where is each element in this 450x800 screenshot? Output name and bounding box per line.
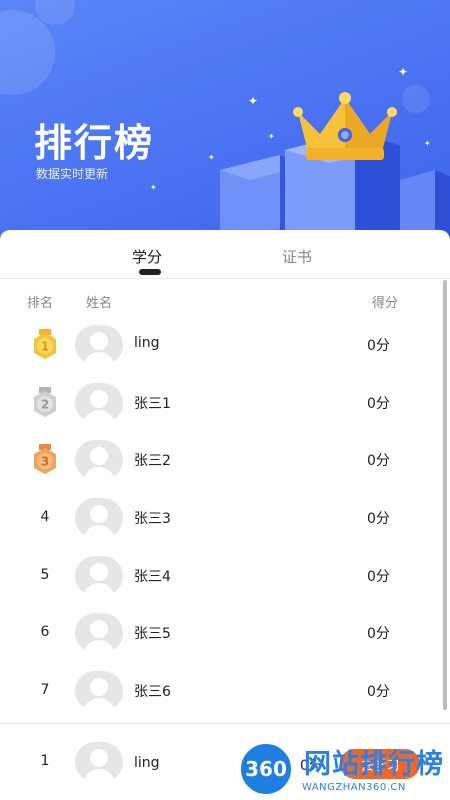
user-score: 0分 — [367, 684, 390, 701]
avatar — [75, 498, 123, 539]
my-rank-number: 1 — [40, 753, 50, 769]
avatar — [75, 555, 123, 596]
tab-certificates[interactable]: 证书 — [282, 246, 312, 267]
ranking-row[interactable]: 4 张三3 0分 — [0, 490, 450, 548]
avatar — [75, 325, 123, 365]
my-avatar — [75, 742, 123, 782]
rank-number: 4 — [40, 509, 50, 526]
user-score: 0分 — [367, 511, 390, 528]
bronze-medal-icon: 3 — [28, 442, 62, 476]
page-subtitle: 数据实时更新 — [36, 167, 109, 181]
scrollbar[interactable] — [443, 280, 447, 710]
column-header-name: 姓名 — [86, 296, 113, 311]
column-header-score: 得分 — [372, 296, 399, 311]
watermark: 360 网站排行榜 WANGZHAN360.CN — [238, 738, 448, 798]
rank-number: 7 — [40, 682, 50, 699]
ranking-row[interactable]: 6 张三5 0分 — [0, 605, 450, 663]
my-user-name: ling — [134, 755, 160, 771]
avatar — [75, 671, 123, 712]
user-name: ling — [134, 335, 160, 351]
avatar — [75, 382, 123, 423]
medal-rank-number: 1 — [41, 340, 49, 354]
user-score: 0分 — [367, 626, 390, 643]
sparkle-icon: ✦ — [150, 183, 157, 192]
crown-icon — [293, 92, 397, 160]
ranking-row[interactable]: 1 ling 0分 — [0, 317, 450, 375]
tab-credits[interactable]: 学分 — [132, 246, 162, 267]
header-banner: ✦ ✦ ✦ ✦ ✦ ✦ 排行榜 数据实时更新 — [0, 0, 450, 245]
user-name: 张三2 — [134, 453, 171, 470]
rank-number: 6 — [40, 624, 50, 641]
watermark-logo: 360 — [238, 741, 294, 797]
ranking-row[interactable]: 2 张三1 0分 — [0, 375, 450, 433]
tab-bar: 学分 证书 — [0, 230, 450, 279]
rank-number: 5 — [40, 566, 50, 583]
ranking-list: 1 ling 0分 2 张三1 0分 3 张三2 0分 4 张三3 0分 5 张… — [0, 317, 450, 721]
column-header-rank: 排名 — [27, 296, 54, 311]
avatar — [75, 613, 123, 654]
ranking-card: 学分 证书 排名 姓名 得分 1 ling 0分 2 张三1 0分 3 张三2 … — [0, 230, 450, 800]
watermark-url: WANGZHAN360.CN — [302, 782, 406, 793]
user-name: 张三1 — [134, 395, 171, 412]
ranking-row[interactable]: 3 张三2 0分 — [0, 432, 450, 490]
ranking-row[interactable]: 5 张三4 0分 — [0, 548, 450, 606]
watermark-brand: 网站排行榜 — [304, 749, 444, 780]
user-name: 张三5 — [134, 626, 171, 643]
page-title: 排行榜 — [34, 121, 155, 165]
user-score: 0分 — [367, 395, 390, 412]
user-name: 张三6 — [134, 684, 171, 701]
user-score: 0分 — [367, 453, 390, 470]
user-name: 张三4 — [134, 568, 171, 585]
avatar — [75, 440, 123, 481]
user-score: 0分 — [367, 338, 390, 354]
gold-medal-icon: 1 — [28, 327, 62, 361]
user-name: 张三3 — [134, 511, 171, 528]
medal-rank-number: 3 — [41, 455, 49, 469]
ranking-row[interactable]: 7 张三6 0分 — [0, 663, 450, 721]
tab-active-indicator — [139, 269, 161, 275]
user-score: 0分 — [367, 568, 390, 585]
medal-rank-number: 2 — [41, 397, 49, 411]
silver-medal-icon: 2 — [28, 385, 62, 419]
